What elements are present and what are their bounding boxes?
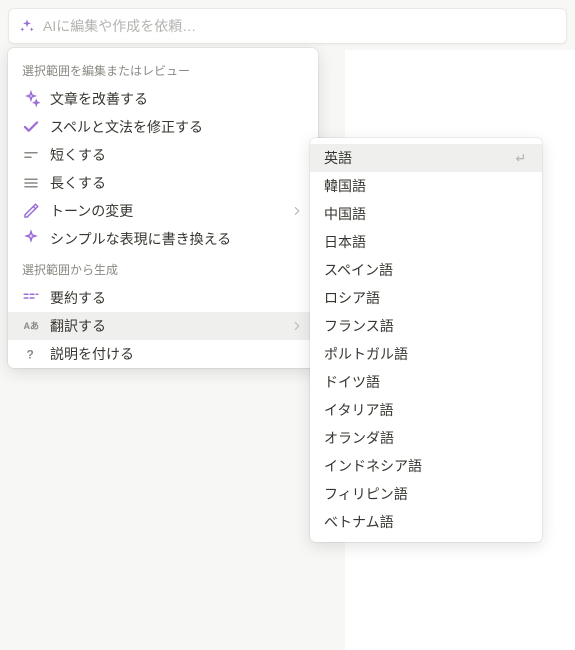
language-label: イタリア語 [324, 400, 528, 420]
language-label: ドイツ語 [324, 372, 528, 392]
summary-icon [22, 289, 40, 307]
lengthen-icon [22, 174, 40, 192]
simplify-icon [22, 230, 40, 248]
language-option[interactable]: フィリピン語 [310, 480, 542, 508]
svg-text:?: ? [27, 348, 34, 362]
language-label: 韓国語 [324, 176, 528, 196]
menu-label: 説明を付ける [50, 344, 304, 364]
language-option[interactable]: ロシア語 [310, 284, 542, 312]
menu-item-translate[interactable]: Aあ 翻訳する [8, 312, 318, 340]
language-option[interactable]: スペイン語 [310, 256, 542, 284]
menu-label: 要約する [50, 288, 304, 308]
svg-text:Aあ: Aあ [24, 321, 40, 331]
sparkle-icon [19, 18, 35, 34]
language-label: フランス語 [324, 316, 528, 336]
ai-prompt-bar[interactable] [8, 8, 567, 44]
language-option[interactable]: ドイツ語 [310, 368, 542, 396]
menu-item-summarize[interactable]: 要約する [8, 284, 318, 312]
menu-item-spellcheck[interactable]: スペルと文法を修正する [8, 113, 318, 141]
language-label: オランダ語 [324, 428, 528, 448]
language-label: ベトナム語 [324, 512, 528, 532]
enter-icon [512, 150, 528, 166]
language-label: ポルトガル語 [324, 344, 528, 364]
language-option[interactable]: イタリア語 [310, 396, 542, 424]
check-icon [22, 118, 40, 136]
section-header-generate: 選択範囲から生成 [8, 253, 318, 284]
language-label: インドネシア語 [324, 456, 528, 476]
language-option[interactable]: オランダ語 [310, 424, 542, 452]
language-option[interactable]: 中国語 [310, 200, 542, 228]
language-option[interactable]: 韓国語 [310, 172, 542, 200]
language-option[interactable]: 英語 [310, 144, 542, 172]
shorten-icon [22, 146, 40, 164]
menu-label: 短くする [50, 145, 304, 165]
translate-icon: Aあ [22, 317, 40, 335]
chevron-right-icon [290, 319, 304, 333]
language-option[interactable]: ポルトガル語 [310, 340, 542, 368]
menu-item-simplify[interactable]: シンプルな表現に書き換える [8, 225, 318, 253]
language-option[interactable]: インドネシア語 [310, 452, 542, 480]
microphone-icon [22, 202, 40, 220]
menu-item-tone[interactable]: トーンの変更 [8, 197, 318, 225]
menu-label: 翻訳する [50, 316, 290, 336]
menu-label: 長くする [50, 173, 304, 193]
language-option[interactable]: フランス語 [310, 312, 542, 340]
translate-language-submenu: 英語韓国語中国語日本語スペイン語ロシア語フランス語ポルトガル語ドイツ語イタリア語… [310, 138, 542, 542]
menu-label: スペルと文法を修正する [50, 117, 304, 137]
language-label: ロシア語 [324, 288, 528, 308]
menu-label: 文章を改善する [50, 89, 304, 109]
ai-prompt-input[interactable] [43, 18, 556, 34]
ai-actions-panel: 選択範囲を編集またはレビュー 文章を改善する スペルと文法を修正する 短くする … [8, 48, 318, 368]
language-label: スペイン語 [324, 260, 528, 280]
language-label: 日本語 [324, 232, 528, 252]
sparkle-icon [22, 90, 40, 108]
menu-item-longer[interactable]: 長くする [8, 169, 318, 197]
section-header-edit: 選択範囲を編集またはレビュー [8, 54, 318, 85]
language-option[interactable]: 日本語 [310, 228, 542, 256]
chevron-right-icon [290, 204, 304, 218]
language-label: 中国語 [324, 204, 528, 224]
menu-item-explain[interactable]: ? 説明を付ける [8, 340, 318, 368]
language-label: 英語 [324, 148, 512, 168]
language-option[interactable]: ベトナム語 [310, 508, 542, 536]
menu-label: トーンの変更 [50, 201, 290, 221]
question-icon: ? [22, 345, 40, 363]
menu-item-improve[interactable]: 文章を改善する [8, 85, 318, 113]
menu-item-shorter[interactable]: 短くする [8, 141, 318, 169]
menu-label: シンプルな表現に書き換える [50, 229, 304, 249]
language-label: フィリピン語 [324, 484, 528, 504]
